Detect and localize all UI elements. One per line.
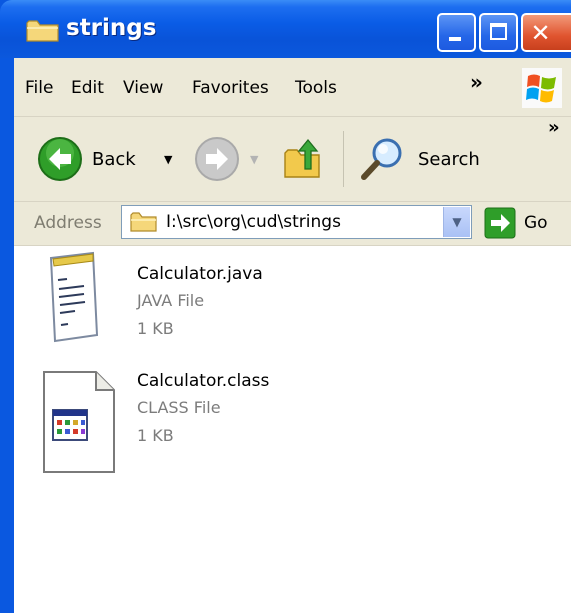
- file-size: 1 KB: [137, 426, 174, 445]
- minimize-icon: [449, 37, 461, 41]
- toolbar-overflow-chevron[interactable]: »: [548, 117, 560, 138]
- window-title: strings: [66, 15, 157, 41]
- java-file-icon: [49, 251, 99, 343]
- standard-toolbar: Back ▼ ▼ Search »: [14, 117, 571, 202]
- menu-bar: File Edit View Favorites Tools »: [14, 58, 571, 117]
- folder-icon: [26, 20, 59, 42]
- toolbar-separator: [343, 131, 344, 187]
- file-type: JAVA File: [137, 291, 205, 310]
- back-arrow-icon[interactable]: [37, 136, 83, 182]
- close-button[interactable]: ✕: [521, 13, 571, 52]
- close-icon: ✕: [530, 19, 551, 47]
- forward-arrow-icon[interactable]: [194, 136, 240, 182]
- title-bar[interactable]: strings ✕: [0, 0, 571, 58]
- file-name: Calculator.java: [137, 264, 263, 284]
- search-button[interactable]: Search: [418, 149, 480, 170]
- file-name: Calculator.class: [137, 371, 270, 391]
- class-file-icon: [43, 371, 115, 473]
- search-icon[interactable]: [358, 134, 408, 184]
- file-type: CLASS File: [137, 398, 221, 417]
- address-input[interactable]: I:\src\org\cud\strings ▼: [121, 205, 472, 239]
- maximize-icon: [490, 23, 507, 40]
- menu-file[interactable]: File: [25, 78, 53, 98]
- back-button[interactable]: Back: [92, 149, 136, 170]
- address-dropdown-icon[interactable]: ▼: [443, 207, 470, 237]
- file-size: 1 KB: [137, 319, 174, 338]
- minimize-button[interactable]: [437, 13, 476, 52]
- menu-edit[interactable]: Edit: [71, 78, 104, 98]
- address-value: I:\src\org\cud\strings: [166, 212, 341, 232]
- address-bar: Address I:\src\org\cud\strings ▼ Go: [14, 202, 571, 246]
- menu-tools[interactable]: Tools: [295, 78, 337, 98]
- maximize-button[interactable]: [479, 13, 518, 52]
- windows-logo-icon: [522, 68, 562, 108]
- address-label: Address: [34, 213, 102, 233]
- menu-favorites[interactable]: Favorites: [192, 78, 269, 98]
- window-client-area: File Edit View Favorites Tools » Back ▼: [14, 58, 571, 613]
- go-button[interactable]: Go: [524, 213, 548, 233]
- folder-up-icon[interactable]: [279, 135, 329, 185]
- back-dropdown-icon[interactable]: ▼: [164, 153, 172, 166]
- explorer-window: strings ✕ File Edit View Favorites Tools…: [0, 0, 571, 613]
- menu-overflow-chevron[interactable]: »: [470, 70, 483, 94]
- folder-icon: [130, 212, 157, 232]
- forward-dropdown-icon[interactable]: ▼: [250, 153, 258, 166]
- go-arrow-icon[interactable]: [484, 207, 516, 239]
- menu-view[interactable]: View: [123, 78, 163, 98]
